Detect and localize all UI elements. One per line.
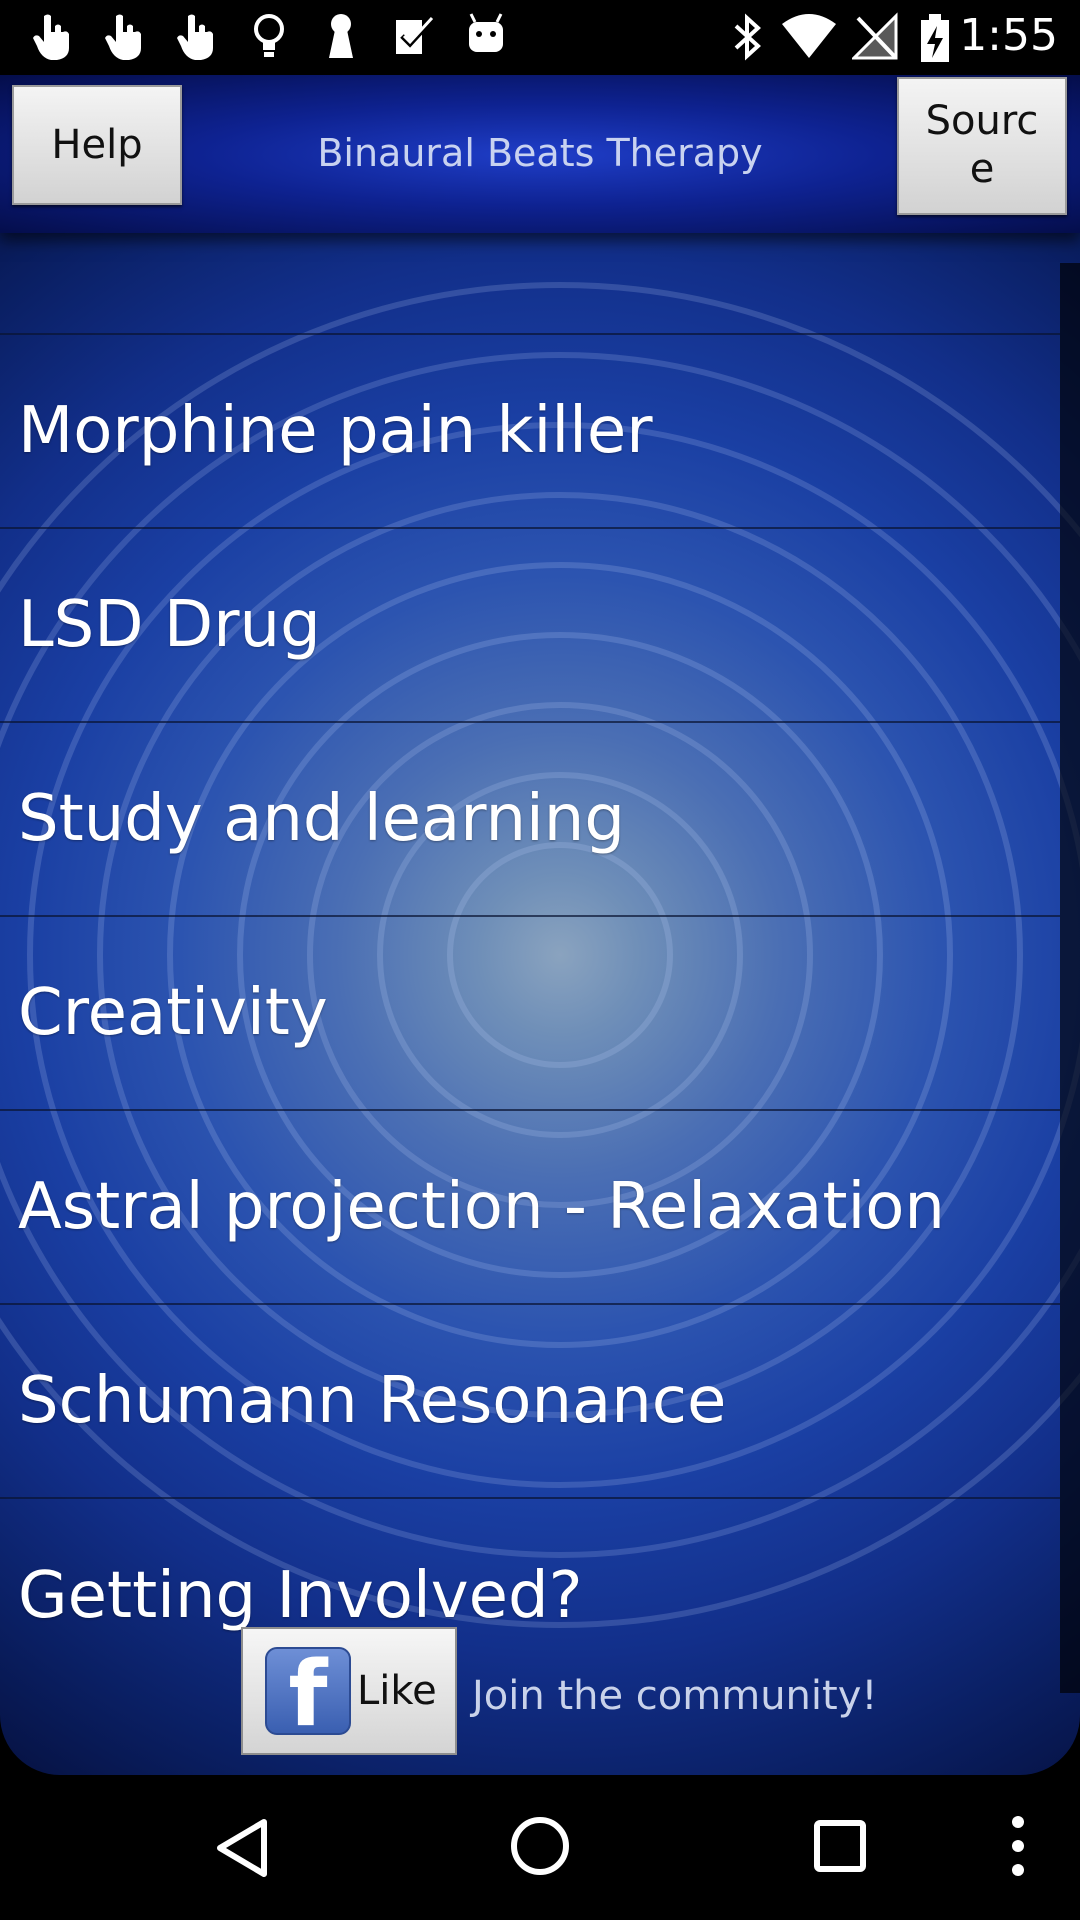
app-header: Help Binaural Beats Therapy Sourc e bbox=[0, 75, 1080, 233]
source-label-line2: e bbox=[969, 146, 995, 192]
source-button[interactable]: Sourc e bbox=[897, 77, 1067, 215]
source-label-line1: Sourc bbox=[925, 98, 1039, 144]
home-icon[interactable] bbox=[508, 1814, 572, 1878]
list-item[interactable]: Schumann Resonance bbox=[0, 1305, 1060, 1499]
help-button[interactable]: Help bbox=[12, 85, 182, 205]
app-title: Binaural Beats Therapy bbox=[317, 131, 763, 175]
list-item[interactable]: Astral projection - Relaxation bbox=[0, 1111, 1060, 1305]
list-item-partial[interactable] bbox=[0, 263, 1060, 335]
overflow-menu-icon[interactable] bbox=[1006, 1814, 1030, 1878]
battery-charging-icon bbox=[921, 14, 949, 62]
lightbulb-icon bbox=[254, 14, 284, 57]
hand-icon bbox=[105, 14, 141, 60]
wifi-icon bbox=[782, 14, 836, 58]
list-item[interactable]: Creativity bbox=[0, 917, 1060, 1111]
list-scrollbar[interactable] bbox=[1060, 263, 1080, 1693]
hand-icon bbox=[177, 14, 213, 60]
therapy-list: Morphine pain killer LSD Drug Study and … bbox=[0, 263, 1060, 1693]
no-signal-icon bbox=[852, 12, 898, 60]
status-bar: 1:55 bbox=[0, 0, 1080, 75]
community-text: Join the community! bbox=[472, 1673, 878, 1719]
like-label: Like bbox=[357, 1668, 437, 1714]
list-item[interactable]: LSD Drug bbox=[0, 529, 1060, 723]
hand-icon bbox=[33, 14, 69, 60]
recents-icon[interactable] bbox=[812, 1818, 868, 1874]
clock: 1:55 bbox=[959, 10, 1058, 61]
phone-screen: 1:55 Help Binaural Beats Therapy Sourc e… bbox=[0, 0, 1080, 1920]
back-icon[interactable] bbox=[212, 1816, 272, 1880]
android-icon bbox=[469, 13, 503, 52]
facebook-like-button[interactable]: f Like bbox=[241, 1627, 457, 1755]
list-item[interactable]: Study and learning bbox=[0, 723, 1060, 917]
list-item[interactable]: Getting Involved? bbox=[0, 1499, 1060, 1693]
bluetooth-icon bbox=[734, 13, 761, 61]
keyhole-icon bbox=[329, 14, 353, 58]
facebook-icon: f bbox=[265, 1647, 351, 1735]
list-item[interactable]: Morphine pain killer bbox=[0, 335, 1060, 529]
navigation-bar bbox=[0, 1776, 1080, 1920]
checkbox-icon bbox=[396, 16, 434, 54]
app-content: Help Binaural Beats Therapy Sourc e Morp… bbox=[0, 75, 1080, 1775]
